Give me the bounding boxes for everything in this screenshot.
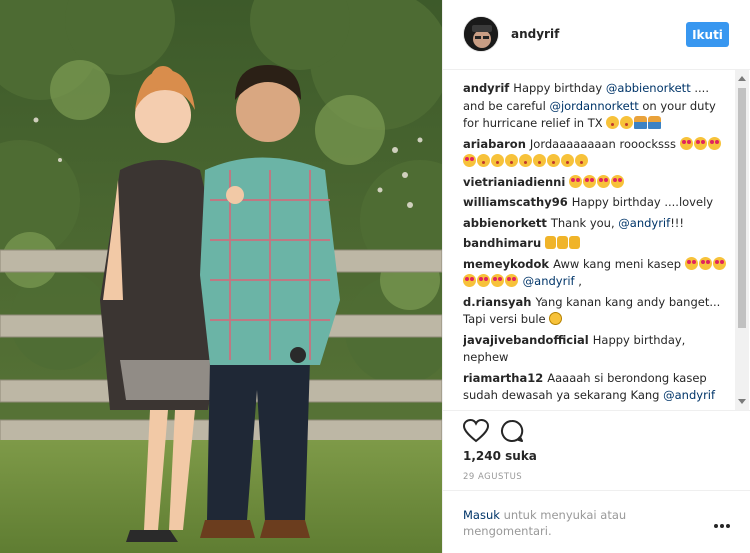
comment-username[interactable]: williamscathy96 bbox=[463, 195, 568, 209]
comment-item: javajivebandofficial Happy birthday, neph… bbox=[463, 332, 728, 367]
more-options-icon[interactable] bbox=[714, 524, 730, 530]
follow-button[interactable]: Ikuti bbox=[686, 22, 729, 47]
comment-text: , bbox=[574, 274, 582, 288]
post-username[interactable]: andyrif bbox=[511, 27, 559, 41]
comment-username[interactable]: ariabaron bbox=[463, 137, 526, 151]
heart-emoji-icon bbox=[463, 154, 476, 167]
thumb-emoji-icon bbox=[569, 236, 581, 249]
post-header: andyrif Ikuti bbox=[443, 0, 750, 70]
comment-item: williamscathy96 Happy birthday ....lovely bbox=[463, 194, 728, 212]
kiss-emoji-icon bbox=[491, 154, 504, 167]
heart-emoji-icon bbox=[505, 274, 518, 287]
comment-item: bandhimaru bbox=[463, 235, 728, 253]
comment-item: memeykodok Aww kang meni kasep @andyrif , bbox=[463, 256, 728, 291]
heart-emoji-icon bbox=[477, 274, 490, 287]
heart-emoji-icon bbox=[463, 274, 476, 287]
thumb-emoji-icon bbox=[545, 236, 557, 249]
mention-link[interactable]: @andyrif bbox=[618, 216, 670, 230]
comment-item: riamartha12 Aaaaah si berondong kasep sud… bbox=[463, 370, 728, 405]
heart-emoji-icon bbox=[597, 174, 611, 188]
comment-username[interactable]: bandhimaru bbox=[463, 236, 541, 250]
mention-link[interactable]: @abbienorkett bbox=[606, 81, 691, 95]
pray-emoji-icon bbox=[648, 116, 662, 129]
mention-link[interactable]: @andyrif bbox=[663, 388, 715, 402]
kiss-emoji-icon bbox=[620, 116, 634, 129]
scroll-thumb[interactable] bbox=[738, 88, 746, 328]
thumb-emoji-icon bbox=[557, 236, 569, 249]
heart-emoji-icon bbox=[684, 256, 698, 270]
grin-emoji-icon bbox=[549, 312, 563, 325]
scroll-up-arrow-icon[interactable] bbox=[738, 76, 746, 81]
comments-list[interactable]: andyrif Happy birthday @abbienorkett ....… bbox=[463, 80, 728, 410]
heart-emoji-icon bbox=[569, 174, 583, 188]
comment-username[interactable]: abbienorkett bbox=[463, 216, 547, 230]
comment-username[interactable]: riamartha12 bbox=[463, 371, 543, 385]
comment-username[interactable]: vietrianiadienni bbox=[463, 175, 565, 189]
comment-text: Jordaaaaaaaan roooc​ksss bbox=[529, 136, 680, 151]
heart-emoji-icon bbox=[707, 136, 721, 150]
heart-emoji-icon bbox=[712, 256, 726, 270]
heart-emoji-icon bbox=[611, 174, 625, 188]
kiss-emoji-icon bbox=[477, 154, 490, 167]
avatar[interactable] bbox=[463, 16, 499, 52]
comment-username[interactable]: javajivebandofficial bbox=[463, 333, 589, 347]
comment-item: ariabaron Jordaaaaaaaan roooc​ksss bbox=[463, 136, 728, 171]
comment-text: Thank you, bbox=[550, 215, 619, 230]
comment-text: !!! bbox=[670, 215, 685, 230]
pray-emoji-icon bbox=[634, 116, 648, 129]
heart-emoji-icon bbox=[698, 256, 712, 270]
heart-emoji-icon bbox=[679, 136, 693, 150]
kiss-emoji-icon bbox=[547, 154, 560, 167]
login-prompt: Masuk untuk menyukai atau mengomentari. bbox=[463, 507, 673, 539]
comment-bubble-icon[interactable] bbox=[500, 419, 524, 443]
comment-item: d.riansyah Yang kanan kang andy banget...… bbox=[463, 294, 728, 329]
login-link[interactable]: Masuk bbox=[463, 508, 500, 522]
post-side-panel: andyrif Ikuti andyrif Happy birthday @abb… bbox=[442, 0, 750, 553]
heart-emoji-icon bbox=[583, 174, 597, 188]
mention-link[interactable]: @jordannorkett bbox=[549, 99, 638, 113]
comment-username[interactable]: andyrif bbox=[463, 81, 509, 95]
post-photo[interactable] bbox=[0, 0, 442, 553]
kiss-emoji-icon bbox=[575, 154, 588, 167]
heart-emoji-icon bbox=[491, 274, 504, 287]
heart-icon[interactable] bbox=[463, 419, 489, 443]
comment-text: Aww kang meni kasep bbox=[553, 256, 685, 271]
kiss-emoji-icon bbox=[606, 116, 620, 129]
kiss-emoji-icon bbox=[519, 154, 532, 167]
comment-username[interactable]: d.riansyah bbox=[463, 295, 531, 309]
comment-text: Happy birthday ....lovely bbox=[571, 195, 714, 209]
comment-text: Happy birthday bbox=[513, 81, 606, 95]
kiss-emoji-icon bbox=[505, 154, 518, 167]
post-date[interactable]: 29 AGUSTUS bbox=[463, 472, 522, 482]
scroll-down-arrow-icon[interactable] bbox=[738, 399, 746, 404]
kiss-emoji-icon bbox=[561, 154, 574, 167]
likes-count[interactable]: 1,240 suka bbox=[463, 449, 537, 463]
comment-username[interactable]: memeykodok bbox=[463, 257, 549, 271]
avatar-image bbox=[464, 17, 498, 51]
mention-link[interactable]: @andyrif bbox=[523, 274, 575, 288]
comment-item: andyrif Happy birthday @abbienorkett ....… bbox=[463, 80, 728, 133]
heart-emoji-icon bbox=[693, 136, 707, 150]
kiss-emoji-icon bbox=[533, 154, 546, 167]
couple-photo-image bbox=[0, 0, 442, 553]
comment-item: vietrianiadienni bbox=[463, 174, 728, 192]
post-actions bbox=[443, 410, 750, 450]
comments-scrollbar[interactable] bbox=[735, 70, 749, 410]
login-footer: Masuk untuk menyukai atau mengomentari. bbox=[443, 490, 750, 553]
comment-item: abbienorkett Thank you, @andyrif!!! bbox=[463, 215, 728, 233]
